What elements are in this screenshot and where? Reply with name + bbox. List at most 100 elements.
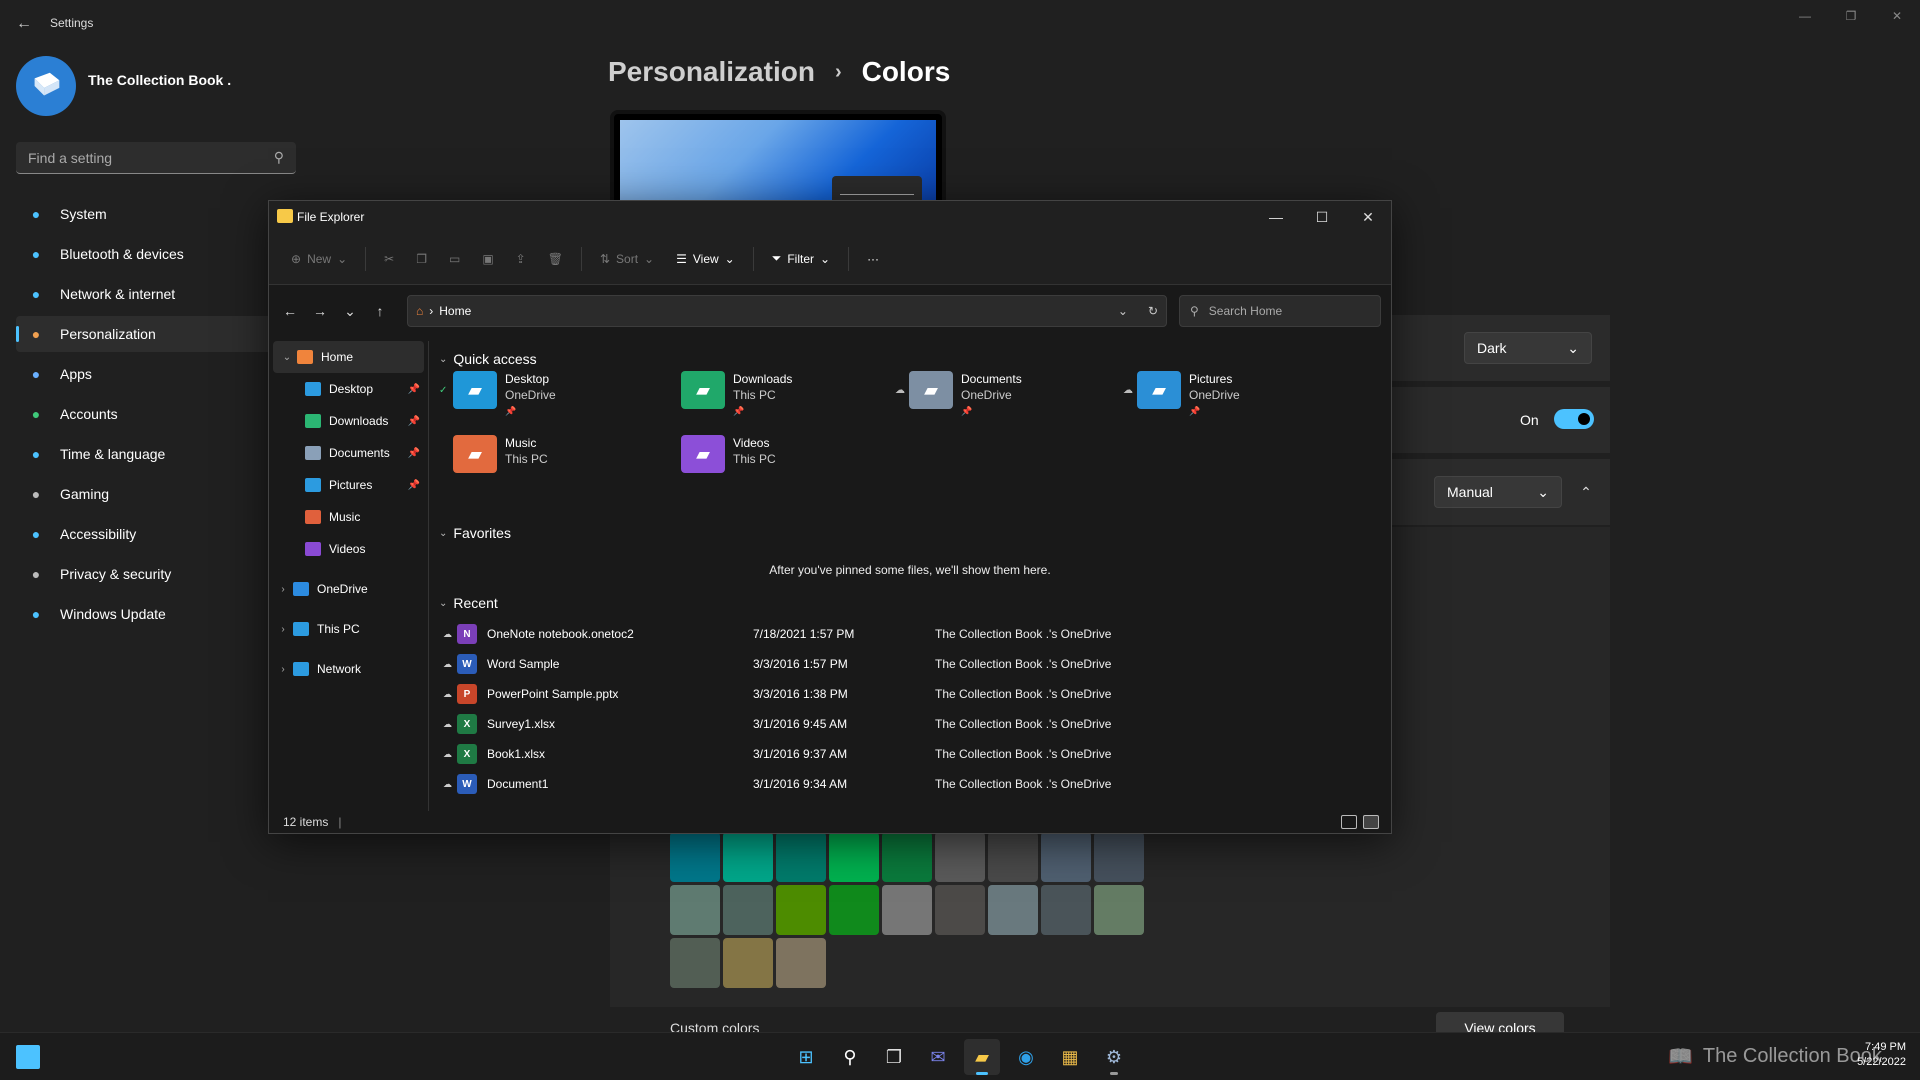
- address-bar[interactable]: ⌂ › Home ⌄ ↻: [407, 295, 1167, 327]
- quick-access-item[interactable]: ▰ Videos This PC: [667, 435, 887, 491]
- quick-access-item[interactable]: ▰ Downloads This PC 📌: [667, 371, 887, 427]
- chevron-right-icon[interactable]: ›: [273, 584, 293, 595]
- up-arrow-icon[interactable]: ↑: [365, 296, 395, 326]
- table-row[interactable]: ☁ N OneNote notebook.onetoc2 7/18/2021 1:57…: [443, 619, 1383, 649]
- transparency-toggle[interactable]: [1554, 409, 1594, 429]
- delete-button[interactable]: 🗑: [540, 242, 571, 276]
- cut-button[interactable]: ✂: [376, 242, 402, 276]
- sort-button[interactable]: ⇅ Sort ⌄: [592, 242, 662, 276]
- filter-button[interactable]: ⏷ Filter ⌄: [764, 242, 838, 276]
- sidebar-item[interactable]: Documents 📌: [269, 437, 428, 469]
- close-button[interactable]: ✕: [1345, 201, 1391, 233]
- sidebar-item[interactable]: ⌄ Home: [273, 341, 424, 373]
- copy-button[interactable]: ❐: [408, 242, 435, 276]
- search-icon[interactable]: ⚲: [274, 149, 284, 166]
- forward-arrow-icon[interactable]: →: [305, 296, 335, 326]
- minimize-button[interactable]: —: [1253, 201, 1299, 233]
- color-swatch[interactable]: [1094, 885, 1144, 935]
- color-swatch[interactable]: [1041, 885, 1091, 935]
- breadcrumb-parent[interactable]: Personalization: [608, 56, 815, 88]
- sidebar-item[interactable]: Music: [269, 501, 428, 533]
- new-button[interactable]: ⊕ New ⌄: [283, 242, 355, 276]
- chevron-down-icon[interactable]: ⌄: [277, 352, 297, 363]
- color-swatch[interactable]: [1094, 832, 1144, 882]
- color-swatch[interactable]: [988, 885, 1038, 935]
- mode-value: Dark: [1477, 340, 1507, 356]
- color-swatch[interactable]: [776, 832, 826, 882]
- color-swatch[interactable]: [670, 885, 720, 935]
- sidebar-item[interactable]: Pictures 📌: [269, 469, 428, 501]
- accent-dropdown[interactable]: Manual ⌄: [1434, 476, 1562, 508]
- explorer-search-input[interactable]: ⚲ Search Home: [1179, 295, 1381, 327]
- rename-button[interactable]: ▣: [474, 242, 501, 276]
- widgets-icon[interactable]: [16, 1045, 40, 1069]
- sidebar-item[interactable]: Desktop 📌: [269, 373, 428, 405]
- store-button[interactable]: ▦: [1052, 1039, 1088, 1075]
- chat-button[interactable]: ✉: [920, 1039, 956, 1075]
- maximize-button[interactable]: ☐: [1299, 201, 1345, 233]
- task-view-button[interactable]: ❐: [876, 1039, 912, 1075]
- quick-access-item[interactable]: ✓ ▰ Desktop OneDrive 📌: [439, 371, 659, 427]
- quick-access-item[interactable]: ☁ ▰ Pictures OneDrive 📌: [1123, 371, 1343, 427]
- minimize-button[interactable]: —: [1782, 0, 1828, 32]
- restore-button[interactable]: ❐: [1828, 0, 1874, 32]
- color-swatch[interactable]: [829, 885, 879, 935]
- recent-locations-chevron-icon[interactable]: ⌄: [335, 296, 365, 326]
- table-row[interactable]: ☁ W Word Sample 3/3/2016 1:57 PM The Collect…: [443, 649, 1383, 679]
- color-swatch[interactable]: [723, 938, 773, 988]
- view-button[interactable]: ☰ View ⌄: [668, 242, 743, 276]
- edge-button[interactable]: ◉: [1008, 1039, 1044, 1075]
- file-explorer-window: File Explorer — ☐ ✕ ⊕ New ⌄ ✂ ❐ ▭ ▣ ⇪ 🗑 …: [268, 200, 1392, 834]
- color-swatch[interactable]: [1041, 832, 1091, 882]
- share-button[interactable]: ⇪: [508, 242, 534, 276]
- table-row[interactable]: ☁ W Document1 3/1/2016 9:34 AM The Collectio…: [443, 769, 1383, 799]
- table-row[interactable]: ☁ P PowerPoint Sample.pptx 3/3/2016 1:38 PM…: [443, 679, 1383, 709]
- chevron-right-icon[interactable]: ›: [273, 664, 293, 675]
- settings-search-input[interactable]: Find a setting ⚲: [16, 142, 296, 174]
- color-swatch[interactable]: [670, 938, 720, 988]
- sidebar-item[interactable]: Videos: [269, 533, 428, 565]
- color-swatch[interactable]: [723, 885, 773, 935]
- table-row[interactable]: ☁ X Survey1.xlsx 3/1/2016 9:45 AM The Collec…: [443, 709, 1383, 739]
- start-button[interactable]: ⊞: [788, 1039, 824, 1075]
- chevron-up-icon[interactable]: ⌃: [1572, 478, 1600, 506]
- refresh-icon[interactable]: ↻: [1148, 304, 1158, 318]
- details-view-icon[interactable]: [1341, 815, 1357, 829]
- mode-dropdown[interactable]: Dark ⌄: [1464, 332, 1592, 364]
- favorites-header[interactable]: ⌄ Favorites: [439, 521, 511, 545]
- color-swatch[interactable]: [723, 832, 773, 882]
- chevron-right-icon[interactable]: ›: [273, 624, 293, 635]
- table-row[interactable]: ☁ X Book1.xlsx 3/1/2016 9:37 AM The Collecti…: [443, 739, 1383, 769]
- sidebar-item[interactable]: › Network: [269, 653, 428, 685]
- color-swatch[interactable]: [776, 938, 826, 988]
- back-arrow-icon[interactable]: ←: [12, 12, 36, 36]
- color-swatch[interactable]: [882, 832, 932, 882]
- paste-button[interactable]: ▭: [441, 242, 468, 276]
- quick-access-item[interactable]: ☁ ▰ Documents OneDrive 📌: [895, 371, 1115, 427]
- sidebar-item[interactable]: › This PC: [269, 613, 428, 645]
- cloud-icon: ☁: [443, 718, 452, 729]
- system-clock[interactable]: 7:49 PM 5/22/2022: [1836, 1040, 1906, 1070]
- recent-header[interactable]: ⌄ Recent: [439, 591, 498, 615]
- chevron-down-icon[interactable]: ⌄: [1118, 304, 1128, 318]
- quick-access-item[interactable]: ▰ Music This PC: [439, 435, 659, 491]
- color-swatch[interactable]: [882, 885, 932, 935]
- color-swatch[interactable]: [935, 885, 985, 935]
- sidebar-item[interactable]: Downloads 📌: [269, 405, 428, 437]
- quick-access-header[interactable]: ⌄ Quick access: [439, 347, 537, 371]
- search-button[interactable]: ⚲: [832, 1039, 868, 1075]
- color-swatch[interactable]: [670, 832, 720, 882]
- tiles-view-icon[interactable]: [1363, 815, 1379, 829]
- color-swatch[interactable]: [776, 885, 826, 935]
- avatar[interactable]: [16, 56, 76, 116]
- back-arrow-icon[interactable]: ←: [275, 296, 305, 326]
- color-swatch[interactable]: [935, 832, 985, 882]
- settings-button[interactable]: ⚙: [1096, 1039, 1132, 1075]
- close-button[interactable]: ✕: [1874, 0, 1920, 32]
- more-options-button[interactable]: ···: [859, 242, 887, 276]
- color-swatch[interactable]: [988, 832, 1038, 882]
- file-explorer-button[interactable]: ▰: [964, 1039, 1000, 1075]
- pin-icon: 📌: [961, 406, 973, 416]
- color-swatch[interactable]: [829, 832, 879, 882]
- sidebar-item[interactable]: › OneDrive: [269, 573, 428, 605]
